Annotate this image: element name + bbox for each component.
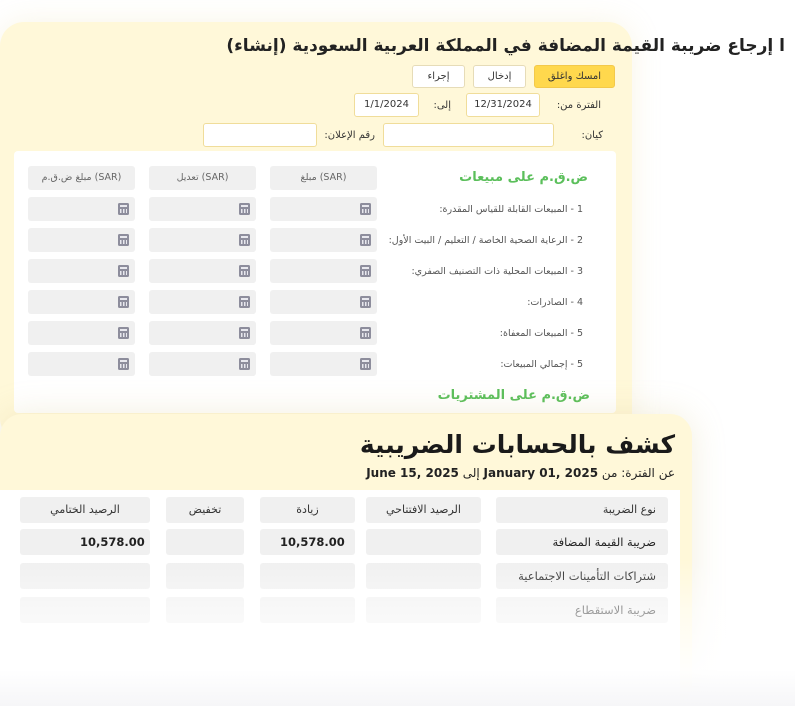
- calculator-icon[interactable]: [118, 327, 129, 339]
- increase-cell: 10,578.00: [260, 529, 355, 555]
- opening-balance-cell: [366, 597, 481, 623]
- column-header-amount: مبلغ (SAR): [270, 166, 377, 190]
- row-label: 3 - المبيعات المحلية ذات التصنيف الصفري:: [411, 266, 583, 277]
- period-to-input[interactable]: 1/1/2024: [354, 93, 419, 117]
- declaration-number-input[interactable]: [203, 123, 317, 147]
- save-close-button[interactable]: امسك واغلق: [534, 65, 615, 88]
- amount-input[interactable]: [270, 352, 377, 376]
- calculator-icon[interactable]: [239, 203, 250, 215]
- decrease-cell: [166, 597, 244, 623]
- period-to-date: June 15, 2025: [366, 466, 459, 480]
- vat-amount-input[interactable]: [28, 259, 135, 283]
- column-header-vat-amount: مبلغ ض.ق.م (SAR): [28, 166, 135, 190]
- tax-type-cell: ضريبة الاستقطاع: [496, 597, 668, 623]
- calculator-icon[interactable]: [118, 296, 129, 308]
- row-label: 1 - المبيعات القابلة للقياس المقدرة:: [439, 204, 583, 215]
- row-label: 5 - المبيعات المعفاة:: [499, 328, 583, 339]
- header-opening-balance: الرصيد الافتتاحي: [366, 497, 481, 523]
- action-button[interactable]: إجراء: [412, 65, 465, 88]
- period-from-input[interactable]: 12/31/2024: [466, 93, 540, 117]
- sales-section-title: ض.ق.م على مبيعات: [459, 170, 588, 185]
- amount-input[interactable]: [270, 259, 377, 283]
- period-prefix: عن الفترة: من: [601, 466, 675, 480]
- opening-balance-cell: [366, 529, 481, 555]
- enter-button[interactable]: إدخال: [473, 65, 526, 88]
- calculator-icon[interactable]: [360, 203, 371, 215]
- tax-type-cell: ضريبة القيمة المضافة: [496, 529, 668, 555]
- adjustment-input[interactable]: [149, 321, 256, 345]
- row-label: 2 - الرعاية الصحية الخاصة / التعليم / ال…: [388, 235, 583, 246]
- closing-balance-cell: 10,578.00: [20, 529, 150, 555]
- calculator-icon[interactable]: [360, 358, 371, 370]
- entity-input[interactable]: [383, 123, 554, 147]
- adjustment-input[interactable]: [149, 290, 256, 314]
- vat-amount-input[interactable]: [28, 352, 135, 376]
- purchases-section-title: ض.ق.م على المشتريات: [437, 388, 590, 403]
- closing-balance-cell: [20, 597, 150, 623]
- calculator-icon[interactable]: [239, 327, 250, 339]
- increase-cell: [260, 597, 355, 623]
- vat-amount-input[interactable]: [28, 290, 135, 314]
- decrease-cell: [166, 563, 244, 589]
- header-increase: زيادة: [260, 497, 355, 523]
- calculator-icon[interactable]: [360, 234, 371, 246]
- header-decrease: تخفيض: [166, 497, 244, 523]
- declaration-number-label: رقم الإعلان:: [324, 130, 375, 141]
- vat-amount-input[interactable]: [28, 228, 135, 252]
- calculator-icon[interactable]: [118, 234, 129, 246]
- row-label: 5 - إجمالي المبيعات:: [500, 359, 583, 370]
- period-from-date: January 01, 2025: [483, 466, 599, 480]
- amount-input[interactable]: [270, 197, 377, 221]
- vat-return-title: ا إرجاع ضريبة القيمة المضافة في المملكة …: [226, 36, 785, 56]
- amount-input[interactable]: [270, 321, 377, 345]
- period-to-label: إلى:: [433, 100, 451, 111]
- statement-period: عن الفترة: من January 01, 2025 إلى June …: [366, 466, 675, 480]
- increase-cell: [260, 563, 355, 589]
- calculator-icon[interactable]: [239, 296, 250, 308]
- adjustment-input[interactable]: [149, 352, 256, 376]
- calculator-icon[interactable]: [239, 265, 250, 277]
- opening-balance-cell: [366, 563, 481, 589]
- period-from-label: الفترة من:: [556, 100, 601, 111]
- vat-amount-input[interactable]: [28, 321, 135, 345]
- column-header-adjustment: تعديل (SAR): [149, 166, 256, 190]
- calculator-icon[interactable]: [239, 358, 250, 370]
- decrease-cell: [166, 529, 244, 555]
- closing-balance-cell: [20, 563, 150, 589]
- entity-label: كيان:: [581, 130, 603, 141]
- tax-type-cell: شتراكات التأمينات الاجتماعية: [496, 563, 668, 589]
- adjustment-input[interactable]: [149, 259, 256, 283]
- header-closing-balance: الرصيد الختامي: [20, 497, 150, 523]
- amount-input[interactable]: [270, 228, 377, 252]
- calculator-icon[interactable]: [360, 265, 371, 277]
- adjustment-input[interactable]: [149, 228, 256, 252]
- amount-input[interactable]: [270, 290, 377, 314]
- period-separator: إلى: [462, 466, 480, 480]
- calculator-icon[interactable]: [118, 265, 129, 277]
- calculator-icon[interactable]: [360, 296, 371, 308]
- vat-amount-input[interactable]: [28, 197, 135, 221]
- calculator-icon[interactable]: [239, 234, 250, 246]
- tax-statement-title: كشف بالحسابات الضريبية: [359, 430, 675, 459]
- calculator-icon[interactable]: [118, 358, 129, 370]
- row-label: 4 - الصادرات:: [527, 297, 583, 308]
- adjustment-input[interactable]: [149, 197, 256, 221]
- header-tax-type: نوع الضريبة: [496, 497, 668, 523]
- calculator-icon[interactable]: [118, 203, 129, 215]
- calculator-icon[interactable]: [360, 327, 371, 339]
